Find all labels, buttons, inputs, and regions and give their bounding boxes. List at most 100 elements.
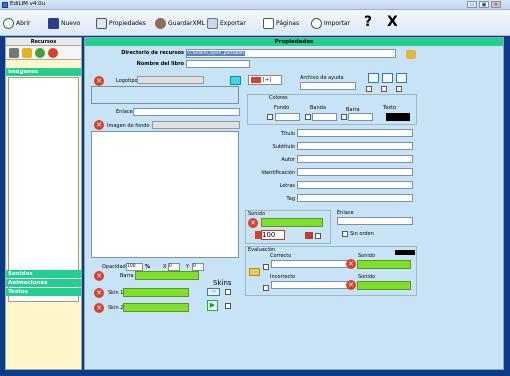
logo-input[interactable] bbox=[137, 76, 204, 84]
identification-input[interactable] bbox=[297, 168, 413, 176]
tools-icon[interactable] bbox=[9, 47, 19, 58]
correct-color-swatch[interactable] bbox=[395, 250, 415, 255]
loop-checkbox[interactable] bbox=[315, 233, 321, 239]
band-color-swatch[interactable] bbox=[312, 113, 337, 121]
colors-label: Colores bbox=[269, 95, 288, 101]
logo-preview bbox=[91, 86, 239, 104]
remove-incorrect-sound-icon[interactable]: ✕ bbox=[346, 280, 356, 290]
tag-label: Tag bbox=[286, 196, 295, 202]
restore-button[interactable]: ▣ bbox=[479, 1, 489, 8]
prev-button[interactable] bbox=[382, 73, 393, 83]
barra-color-swatch[interactable] bbox=[348, 113, 373, 121]
skin2-checkbox[interactable] bbox=[225, 303, 231, 309]
skins-label: Skins bbox=[213, 279, 232, 287]
properties-button[interactable]: Propiedades bbox=[96, 17, 146, 29]
remove-skin1-icon[interactable]: ✕ bbox=[94, 288, 104, 298]
save-xml-button[interactable]: GuardarXML bbox=[155, 17, 205, 29]
remove-skin2-icon[interactable]: ✕ bbox=[94, 303, 104, 313]
minimize-button[interactable]: ▭ bbox=[467, 1, 477, 8]
import-button[interactable]: Importar bbox=[311, 17, 350, 29]
pages-icon bbox=[263, 17, 274, 29]
letters-label: Letras bbox=[279, 183, 295, 189]
folder-icon[interactable] bbox=[249, 268, 260, 276]
barra-checkbox[interactable] bbox=[341, 114, 347, 120]
link-input[interactable] bbox=[133, 108, 240, 116]
resource-dir-value: C:\edilim_ejem_portable\ bbox=[187, 51, 245, 56]
remove-sound-icon[interactable]: ✕ bbox=[248, 218, 258, 228]
skin1-file[interactable] bbox=[123, 288, 189, 297]
play-icon[interactable]: ▶ bbox=[207, 300, 218, 311]
skin2-file[interactable] bbox=[123, 303, 189, 312]
delete-icon[interactable] bbox=[48, 47, 58, 58]
arrow-right-icon[interactable]: ⇨ bbox=[207, 288, 220, 296]
import-label: Importar bbox=[324, 19, 351, 27]
images-list[interactable] bbox=[8, 77, 79, 302]
prev-checkbox[interactable] bbox=[381, 86, 387, 92]
sound-file[interactable] bbox=[261, 218, 323, 227]
info-checkbox[interactable] bbox=[366, 86, 372, 92]
correct-checkbox[interactable] bbox=[263, 264, 269, 270]
open-label: Abrir bbox=[16, 19, 31, 27]
incorrect-sound-file[interactable] bbox=[357, 281, 411, 290]
logo-color-swatch[interactable] bbox=[230, 76, 241, 85]
x-input[interactable]: 0 bbox=[168, 263, 180, 271]
close-window-button[interactable]: ✕ bbox=[491, 1, 501, 8]
section-images[interactable]: Imágenes bbox=[6, 68, 81, 76]
remove-background-icon[interactable]: ✕ bbox=[94, 120, 104, 130]
open-button[interactable]: Abrir bbox=[3, 17, 31, 29]
bg-color-label: Fondo bbox=[274, 105, 290, 111]
export-button[interactable]: Exportar bbox=[207, 17, 246, 29]
pages-button[interactable]: Páginas bbox=[263, 17, 299, 29]
subtitle-input[interactable] bbox=[297, 142, 413, 150]
loop-icon[interactable] bbox=[305, 232, 313, 239]
remove-bar-icon[interactable]: ✕ bbox=[94, 271, 104, 281]
incorrect-input[interactable] bbox=[271, 281, 349, 289]
resource-dir-input[interactable]: C:\edilim_ejem_portable\ bbox=[186, 49, 396, 58]
x-label: X bbox=[163, 264, 167, 270]
correct-input[interactable] bbox=[271, 260, 349, 268]
section-sounds[interactable]: Sonidos bbox=[6, 270, 81, 278]
bg-color-swatch[interactable] bbox=[275, 113, 300, 121]
author-input[interactable] bbox=[297, 155, 413, 163]
bg-color-checkbox[interactable] bbox=[267, 114, 273, 120]
window-checkbox[interactable] bbox=[396, 86, 402, 92]
background-input[interactable] bbox=[152, 121, 240, 129]
section-animations[interactable]: Animaciones bbox=[6, 279, 81, 287]
skin1-checkbox[interactable] bbox=[225, 289, 231, 295]
y-input[interactable]: 0 bbox=[192, 263, 204, 271]
opacity-input[interactable]: 100 bbox=[126, 263, 143, 271]
subtitle-label: Subtítulo bbox=[272, 144, 295, 150]
letters-input[interactable] bbox=[297, 181, 413, 189]
import-icon bbox=[311, 17, 322, 29]
sound-correct-label: Sonido bbox=[358, 253, 376, 259]
band-checkbox[interactable] bbox=[305, 114, 311, 120]
no-order-checkbox[interactable] bbox=[342, 231, 348, 237]
bar-file[interactable] bbox=[135, 271, 199, 280]
link2-input[interactable] bbox=[337, 217, 413, 225]
remove-correct-sound-icon[interactable]: ✕ bbox=[346, 259, 356, 269]
exit-button[interactable]: X bbox=[387, 14, 398, 30]
new-button[interactable]: Nuevo bbox=[48, 17, 80, 29]
volume-input[interactable]: 100 bbox=[261, 230, 285, 240]
skin2-label: Skin 2 bbox=[108, 305, 124, 311]
section-texts[interactable]: Textos bbox=[6, 288, 81, 296]
tag-input[interactable] bbox=[297, 194, 413, 202]
help-file-input[interactable] bbox=[300, 82, 356, 90]
open-folder-icon[interactable] bbox=[406, 50, 416, 59]
band-label: Banda bbox=[310, 105, 326, 111]
book-name-input[interactable] bbox=[186, 60, 250, 68]
text-color-swatch[interactable] bbox=[386, 113, 410, 121]
correct-sound-file[interactable] bbox=[357, 260, 411, 269]
info-button[interactable] bbox=[368, 73, 379, 83]
edit-icon[interactable] bbox=[22, 47, 32, 58]
help-file-button[interactable]: [+] bbox=[248, 75, 282, 85]
link-label: Enlace bbox=[116, 109, 133, 115]
title-input[interactable] bbox=[297, 129, 413, 137]
help-button[interactable]: ? bbox=[364, 14, 372, 30]
refresh-icon[interactable] bbox=[35, 47, 45, 58]
properties-label: Propiedades bbox=[109, 19, 146, 27]
incorrect-checkbox[interactable] bbox=[263, 285, 269, 291]
remove-logo-icon[interactable]: ✕ bbox=[94, 76, 104, 86]
resources-toolbar bbox=[6, 46, 81, 60]
window-button[interactable] bbox=[396, 73, 407, 83]
